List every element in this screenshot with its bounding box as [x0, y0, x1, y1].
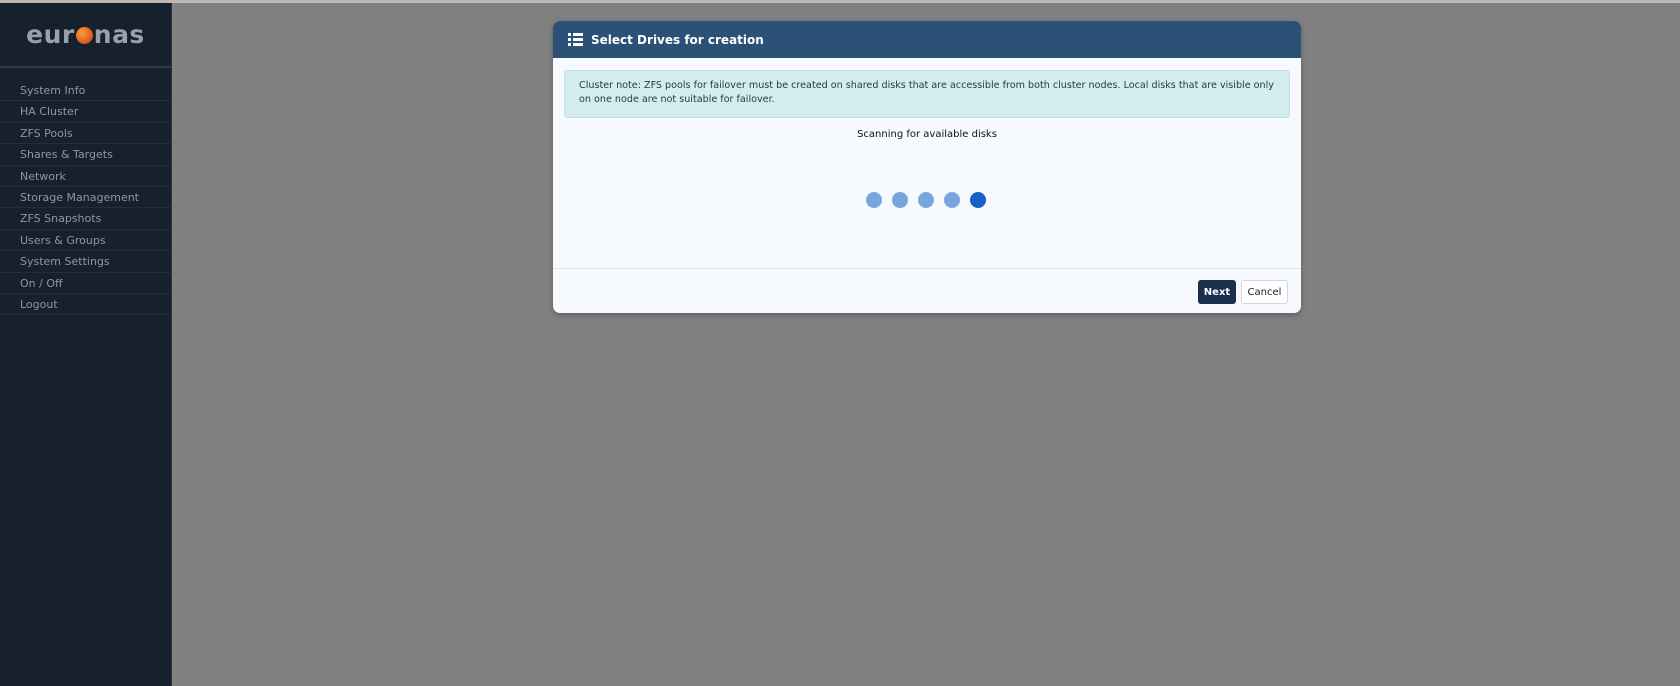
- loading-spinner: [866, 192, 986, 208]
- cancel-button[interactable]: Cancel: [1241, 280, 1288, 304]
- spinner-dot: [892, 192, 908, 208]
- scanning-status: Scanning for available disks: [857, 129, 997, 140]
- logo-left-text: eur: [26, 20, 75, 49]
- sidebar: eur nas System Info HA Cluster ZFS Pools…: [0, 3, 172, 686]
- dialog-footer: Next Cancel: [553, 268, 1301, 313]
- sidebar-item-system-info[interactable]: System Info: [0, 80, 171, 102]
- dialog-title: Select Drives for creation: [591, 32, 764, 47]
- sidebar-item-storage-management[interactable]: Storage Management: [0, 187, 171, 209]
- list-icon: [568, 33, 583, 46]
- sidebar-nav: System Info HA Cluster ZFS Pools Shares …: [0, 80, 171, 316]
- top-border: [0, 0, 1680, 3]
- spinner-dot-active: [970, 192, 986, 208]
- sidebar-item-users-groups[interactable]: Users & Groups: [0, 230, 171, 252]
- sidebar-item-ha-cluster[interactable]: HA Cluster: [0, 101, 171, 123]
- sidebar-item-system-settings[interactable]: System Settings: [0, 251, 171, 273]
- select-drives-dialog: Select Drives for creation Cluster note:…: [553, 21, 1301, 313]
- logo-text: eur nas: [26, 20, 145, 49]
- logo: eur nas: [0, 3, 171, 68]
- spinner-dot: [944, 192, 960, 208]
- sidebar-item-logout[interactable]: Logout: [0, 294, 171, 316]
- sidebar-item-on-off[interactable]: On / Off: [0, 273, 171, 294]
- sidebar-item-network[interactable]: Network: [0, 166, 171, 187]
- spinner-dot: [866, 192, 882, 208]
- cluster-note-alert: Cluster note: ZFS pools for failover mus…: [564, 70, 1290, 118]
- next-button[interactable]: Next: [1198, 280, 1236, 304]
- sidebar-item-shares-targets[interactable]: Shares & Targets: [0, 144, 171, 166]
- spinner-dot: [918, 192, 934, 208]
- sidebar-item-zfs-pools[interactable]: ZFS Pools: [0, 123, 171, 145]
- dialog-header: Select Drives for creation: [553, 21, 1301, 58]
- logo-right-text: nas: [93, 20, 145, 49]
- sidebar-item-zfs-snapshots[interactable]: ZFS Snapshots: [0, 208, 171, 230]
- logo-orange-dot: [75, 27, 93, 44]
